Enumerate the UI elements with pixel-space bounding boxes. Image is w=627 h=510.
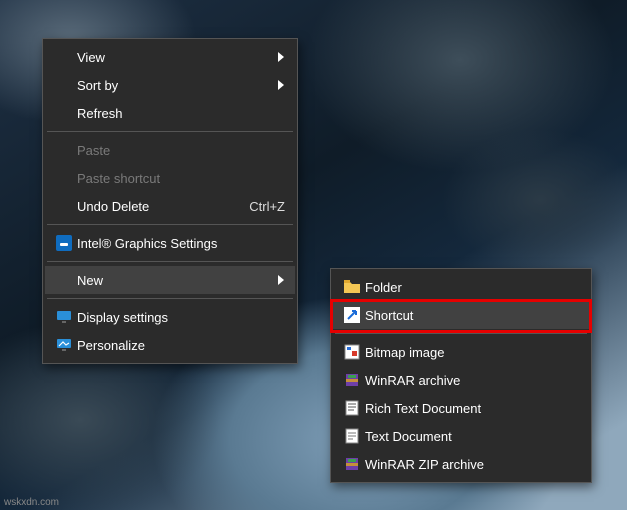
menu-item-paste-shortcut: Paste shortcut: [45, 164, 295, 192]
chevron-right-icon: [277, 274, 285, 286]
intel-icon: [51, 235, 77, 251]
menu-label: Personalize: [77, 338, 285, 353]
menu-shortcut: Ctrl+Z: [249, 199, 285, 214]
menu-separator: [47, 131, 293, 132]
menu-separator: [47, 224, 293, 225]
menu-label: Undo Delete: [77, 199, 241, 214]
menu-item-display-settings[interactable]: Display settings: [45, 303, 295, 331]
menu-separator: [47, 298, 293, 299]
menu-label: Paste: [77, 143, 285, 158]
menu-item-personalize[interactable]: Personalize: [45, 331, 295, 359]
submenu-item-folder[interactable]: Folder: [333, 273, 589, 301]
menu-label: Paste shortcut: [77, 171, 285, 186]
menu-item-view[interactable]: View: [45, 43, 295, 71]
submenu-label: WinRAR archive: [365, 373, 579, 388]
menu-label: New: [77, 273, 277, 288]
menu-label: Sort by: [77, 78, 277, 93]
menu-label: Refresh: [77, 106, 285, 121]
submenu-label: Shortcut: [365, 308, 579, 323]
chevron-right-icon: [277, 79, 285, 91]
desktop-context-menu: View Sort by Refresh Paste Paste shortcu…: [42, 38, 298, 364]
submenu-item-bitmap[interactable]: Bitmap image: [333, 338, 589, 366]
shortcut-icon: [339, 307, 365, 323]
folder-icon: [339, 280, 365, 294]
new-submenu: Folder Shortcut Bitmap image WinRAR arch…: [330, 268, 592, 483]
chevron-right-icon: [277, 51, 285, 63]
menu-label: Intel® Graphics Settings: [77, 236, 285, 251]
winrar-zip-icon: [339, 456, 365, 472]
personalize-icon: [51, 337, 77, 353]
monitor-icon: [51, 309, 77, 325]
watermark-text: wskxdn.com: [4, 497, 59, 508]
submenu-label: WinRAR ZIP archive: [365, 457, 579, 472]
submenu-label: Rich Text Document: [365, 401, 579, 416]
rtf-icon: [339, 400, 365, 416]
menu-item-undo-delete[interactable]: Undo Delete Ctrl+Z: [45, 192, 295, 220]
menu-item-paste: Paste: [45, 136, 295, 164]
submenu-item-rtf[interactable]: Rich Text Document: [333, 394, 589, 422]
menu-item-new[interactable]: New: [45, 266, 295, 294]
menu-item-sort-by[interactable]: Sort by: [45, 71, 295, 99]
submenu-label: Text Document: [365, 429, 579, 444]
menu-item-intel-graphics[interactable]: Intel® Graphics Settings: [45, 229, 295, 257]
txt-icon: [339, 428, 365, 444]
winrar-icon: [339, 372, 365, 388]
submenu-item-winrar-zip[interactable]: WinRAR ZIP archive: [333, 450, 589, 478]
menu-label: View: [77, 50, 277, 65]
menu-separator: [47, 261, 293, 262]
submenu-item-txt[interactable]: Text Document: [333, 422, 589, 450]
bitmap-icon: [339, 344, 365, 360]
submenu-label: Bitmap image: [365, 345, 579, 360]
submenu-item-winrar[interactable]: WinRAR archive: [333, 366, 589, 394]
menu-separator: [335, 333, 587, 334]
menu-label: Display settings: [77, 310, 285, 325]
submenu-item-shortcut[interactable]: Shortcut: [333, 301, 589, 329]
menu-item-refresh[interactable]: Refresh: [45, 99, 295, 127]
submenu-label: Folder: [365, 280, 579, 295]
